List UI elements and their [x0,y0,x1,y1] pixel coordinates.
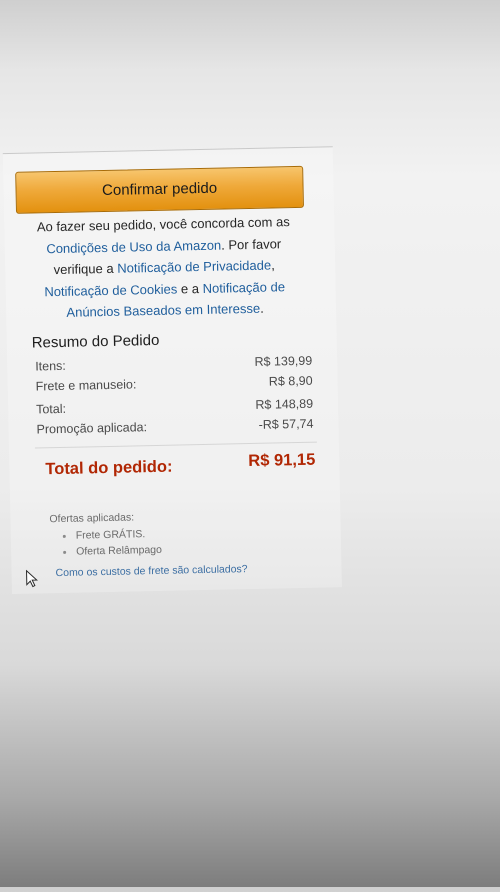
offer-item: Oferta Relâmpago [50,542,162,560]
summary-label: Frete e manuseio: [35,377,137,394]
order-total-label: Total do pedido: [45,457,173,479]
terms-mid2: , [270,257,275,273]
summary-value: R$ 8,90 [268,373,313,389]
applied-offers-heading: Ofertas aplicadas: [49,511,135,526]
order-total-value: R$ 91,15 [248,450,316,471]
order-summary-title: Resumo do Pedido [31,331,160,352]
summary-value: R$ 139,99 [254,353,313,369]
terms-prefix: Ao fazer seu pedido, você concorda com a… [36,214,290,235]
cookies-notice-link[interactable]: Notificação de Cookies [44,281,177,299]
privacy-notice-link[interactable]: Notificação de Privacidade [117,258,271,276]
summary-value: -R$ 57,74 [258,416,314,432]
terms-suffix: . [259,300,264,316]
page: Confirmar pedido Ao fazer seu pedido, vo… [0,0,500,892]
summary-value: R$ 148,89 [255,396,314,412]
summary-label: Promoção aplicada: [36,420,148,437]
confirm-order-button[interactable]: Confirmar pedido [15,165,304,214]
summary-label: Itens: [35,358,66,374]
summary-label: Total: [36,401,67,417]
conditions-of-use-link[interactable]: Condições de Uso da Amazon [46,237,221,256]
terms-mid3: e a [180,280,200,296]
mouse-pointer-icon [26,569,38,588]
terms-text: Ao fazer seu pedido, você concorda com a… [28,211,300,324]
applied-offers: Ofertas aplicadas: Frete GRÁTIS. Oferta … [49,511,162,560]
